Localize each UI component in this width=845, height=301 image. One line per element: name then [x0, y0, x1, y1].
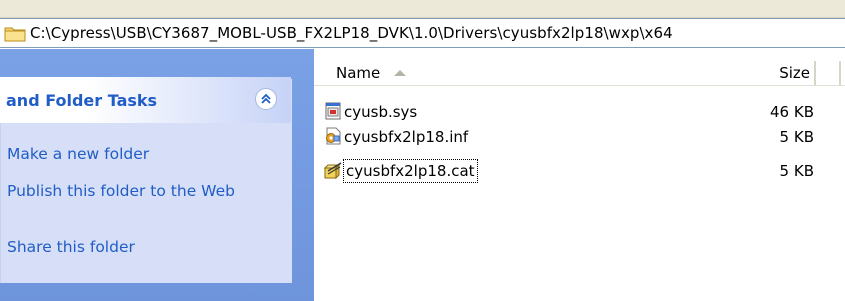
folder-tasks-title: and Folder Tasks: [6, 90, 158, 110]
file-row-cyusbfx2lp18-inf[interactable]: cyusbfx2lp18.inf 5 KB: [324, 126, 814, 148]
file-size: 46 KB: [770, 103, 814, 121]
file-list: Name Size cyusb.sys 46 KB cyusbfx2lp18.i…: [314, 49, 845, 301]
file-name: cyusbfx2lp18.inf: [344, 128, 469, 146]
publish-folder-link[interactable]: Publish this folder to the Web: [7, 181, 247, 202]
column-divider[interactable]: [814, 61, 816, 85]
chevron-double-up-icon[interactable]: [255, 88, 277, 110]
folder-tasks-header[interactable]: and Folder Tasks: [0, 77, 291, 123]
toolbar-strip: [0, 0, 845, 18]
address-path[interactable]: C:\Cypress\USB\CY3687_MOBL-USB_FX2LP18_D…: [30, 24, 673, 42]
column-size-label: Size: [779, 64, 810, 82]
file-row-cyusb-sys[interactable]: cyusb.sys 46 KB: [324, 101, 814, 123]
file-name: cyusbfx2lp18.cat: [343, 159, 478, 183]
make-new-folder-link[interactable]: Make a new folder: [7, 144, 149, 165]
file-row-cyusbfx2lp18-cat[interactable]: cyusbfx2lp18.cat 5 KB: [323, 159, 814, 183]
security-catalog-icon: [323, 161, 342, 180]
system-file-icon: [324, 102, 342, 120]
folder-icon: [4, 24, 26, 42]
share-folder-link[interactable]: Share this folder: [7, 237, 135, 258]
column-divider[interactable]: [839, 61, 841, 85]
address-bar[interactable]: C:\Cypress\USB\CY3687_MOBL-USB_FX2LP18_D…: [0, 18, 845, 48]
column-header-bar: Name Size: [314, 61, 845, 86]
setup-info-icon: [324, 127, 342, 145]
column-header-size[interactable]: Size: [314, 64, 810, 82]
file-name: cyusb.sys: [344, 103, 418, 121]
file-size: 5 KB: [779, 162, 814, 180]
file-size: 5 KB: [779, 128, 814, 146]
tasks-pane: and Folder Tasks: [0, 49, 314, 301]
